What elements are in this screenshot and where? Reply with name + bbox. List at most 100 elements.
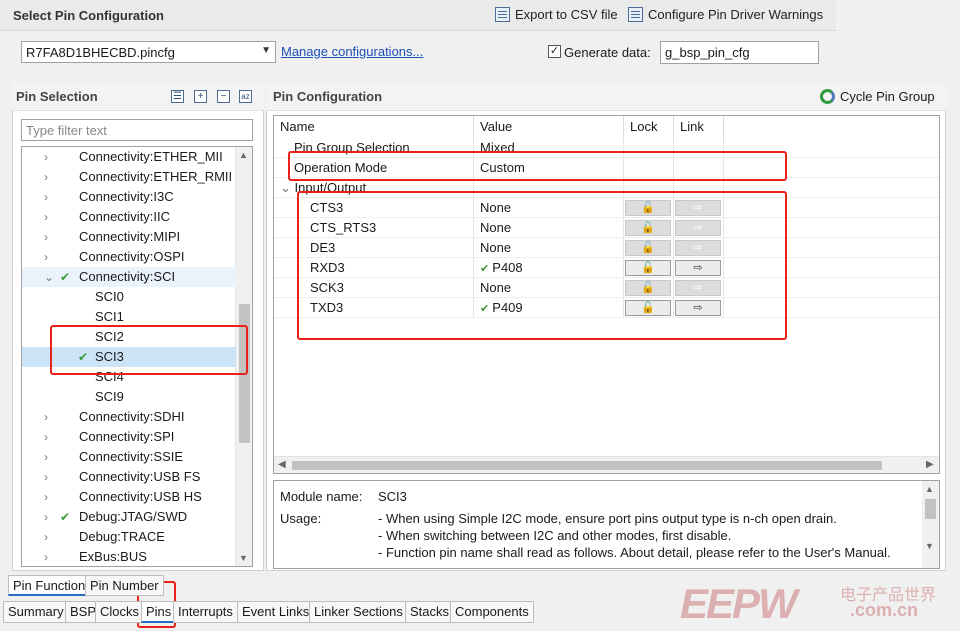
chevron-right-icon[interactable]: ›	[44, 407, 54, 427]
pincfg-select[interactable]: R7FA8D1BHECBD.pincfg ▼	[21, 41, 276, 63]
column-header-lock[interactable]: Lock	[624, 116, 674, 138]
column-header-link[interactable]: Link	[674, 116, 724, 138]
usage-line-1: - When using Simple I2C mode, ensure por…	[378, 511, 837, 526]
chevron-right-icon[interactable]: ›	[44, 427, 54, 447]
usage-line-2: - When switching between I2C and other m…	[378, 528, 732, 543]
generate-data-input[interactable]: g_bsp_pin_cfg	[660, 41, 819, 64]
chevron-right-icon[interactable]: ›	[44, 187, 54, 207]
chevron-right-icon[interactable]: ›	[44, 467, 54, 487]
chevron-right-icon[interactable]: ›	[44, 447, 54, 467]
tree-item[interactable]: › Connectivity:SPI	[22, 427, 236, 447]
tab-clocks[interactable]: Clocks	[95, 601, 145, 623]
tree-item[interactable]: › Connectivity:USB HS	[22, 487, 236, 507]
usage-line-3: - Function pin name shall read as follow…	[378, 545, 891, 560]
expand-all-icon[interactable]: +	[194, 90, 207, 103]
tree-item[interactable]: › Connectivity:USB FS	[22, 467, 236, 487]
tree-item[interactable]: › Connectivity:ETHER_RMII	[22, 167, 236, 187]
tab-pins[interactable]: Pins	[141, 601, 177, 623]
sort-az-icon[interactable]: az	[239, 90, 252, 103]
warnings-config-icon	[628, 7, 643, 22]
usage-label: Usage:	[280, 511, 322, 526]
info-scroll-up-icon[interactable]: ▲	[925, 484, 934, 494]
tree-item[interactable]: ⌄ ✔ Connectivity:SCI	[22, 267, 236, 287]
column-header-value[interactable]: Value	[474, 116, 624, 138]
pin-configuration-title: Pin Configuration	[273, 89, 383, 104]
chevron-right-icon[interactable]: ›	[44, 207, 54, 227]
list-view-icon[interactable]: ☰	[171, 90, 184, 103]
chevron-right-icon[interactable]: ›	[44, 527, 54, 547]
tab-event-links[interactable]: Event Links	[237, 601, 315, 623]
tree-item[interactable]: › ✔ Debug:JTAG/SWD	[22, 507, 236, 527]
column-header-name[interactable]: Name	[274, 116, 474, 138]
scroll-right-icon[interactable]: ▶	[926, 459, 934, 470]
chevron-right-icon[interactable]: ›	[44, 247, 54, 267]
chevron-down-icon: ▼	[261, 45, 271, 56]
highlight-operation-mode	[288, 151, 787, 181]
cycle-icon	[820, 89, 835, 104]
tree-item[interactable]: › Connectivity:IIC	[22, 207, 236, 227]
tree-item[interactable]: › Connectivity:OSPI	[22, 247, 236, 267]
tree-item[interactable]: › Connectivity:I3C	[22, 187, 236, 207]
tree-item[interactable]: › Connectivity:SDHI	[22, 407, 236, 427]
tree-item[interactable]: › Connectivity:SSIE	[22, 447, 236, 467]
scroll-up-icon[interactable]: ▲	[239, 150, 248, 160]
highlight-io-pins	[297, 191, 787, 340]
tree-item-label: Connectivity:IIC	[79, 209, 171, 224]
chevron-down-icon[interactable]: ⌄	[280, 180, 295, 195]
tab-stacks[interactable]: Stacks	[405, 601, 455, 623]
tree-item-label: Connectivity:I3C	[79, 189, 174, 204]
module-name-label: Module name:	[280, 489, 363, 504]
tree-item[interactable]: SCI9	[22, 387, 236, 407]
scroll-left-icon[interactable]: ◀	[278, 459, 286, 470]
tree-item-label: Connectivity:MIPI	[79, 229, 181, 244]
pin-selection-title: Pin Selection	[16, 89, 98, 104]
tree-item-label: Connectivity:OSPI	[79, 249, 185, 264]
tree-item-label: Connectivity:ETHER_RMII	[79, 169, 233, 184]
check-icon: ✔	[60, 510, 71, 524]
chevron-right-icon[interactable]: ›	[44, 167, 54, 187]
cycle-pin-group-label: Cycle Pin Group	[840, 89, 935, 104]
scroll-down-icon[interactable]: ▼	[239, 553, 248, 563]
manage-configurations-link[interactable]: Manage configurations...	[281, 44, 423, 59]
tree-item-label: SCI0	[95, 289, 124, 304]
check-icon: ✔	[60, 270, 71, 284]
tree-item[interactable]: › Connectivity:ETHER_MII	[22, 147, 236, 167]
configure-warnings-label: Configure Pin Driver Warnings	[648, 7, 824, 22]
chevron-right-icon[interactable]: ›	[44, 147, 54, 167]
chevron-right-icon[interactable]: ›	[44, 547, 54, 566]
tree-item[interactable]: › ExBus:BUS	[22, 547, 236, 566]
tab-summary[interactable]: Summary	[3, 601, 69, 623]
info-scrollbar[interactable]: ▲ ▼	[922, 481, 939, 568]
tree-item-label: Connectivity:SCI	[79, 269, 176, 284]
export-csv-button[interactable]: Export to CSV file	[495, 7, 618, 22]
chevron-down-icon[interactable]: ⌄	[44, 267, 54, 287]
chevron-right-icon[interactable]: ›	[44, 227, 54, 247]
table-h-scrollbar[interactable]: ◀ ▶	[274, 456, 939, 473]
generate-data-checkbox[interactable]: ✓	[548, 45, 561, 58]
tree-item-label: Connectivity:USB HS	[79, 489, 202, 504]
tab-components[interactable]: Components	[450, 601, 534, 623]
tree-item-label: SCI9	[95, 389, 124, 404]
filter-input[interactable]: Type filter text	[21, 119, 253, 141]
tree-item[interactable]: › Debug:TRACE	[22, 527, 236, 547]
tree-item[interactable]: › Connectivity:MIPI	[22, 227, 236, 247]
info-scroll-down-icon[interactable]: ▼	[925, 541, 934, 551]
configure-warnings-button[interactable]: Configure Pin Driver Warnings	[628, 7, 823, 22]
tree-item[interactable]: SCI1	[22, 307, 236, 327]
tab-pin-number[interactable]: Pin Number	[85, 575, 164, 596]
collapse-all-icon[interactable]: −	[217, 90, 230, 103]
info-scroll-thumb[interactable]	[925, 499, 936, 519]
chevron-right-icon[interactable]: ›	[44, 507, 54, 527]
tree-item[interactable]: SCI0	[22, 287, 236, 307]
tab-interrupts[interactable]: Interrupts	[173, 601, 238, 623]
tree-item-label: Debug:TRACE	[79, 529, 165, 544]
cycle-pin-group-button[interactable]: Cycle Pin Group	[820, 89, 935, 104]
tree-item-label: Connectivity:SPI	[79, 429, 175, 444]
tab-linker-sections[interactable]: Linker Sections	[309, 601, 408, 623]
tab-pin-function[interactable]: Pin Function	[8, 575, 91, 596]
tree-item-label: Debug:JTAG/SWD	[79, 509, 188, 524]
table-scroll-thumb[interactable]	[292, 461, 882, 470]
tree-item-label: Connectivity:SDHI	[79, 409, 185, 424]
module-name-value: SCI3	[378, 489, 407, 504]
chevron-right-icon[interactable]: ›	[44, 487, 54, 507]
